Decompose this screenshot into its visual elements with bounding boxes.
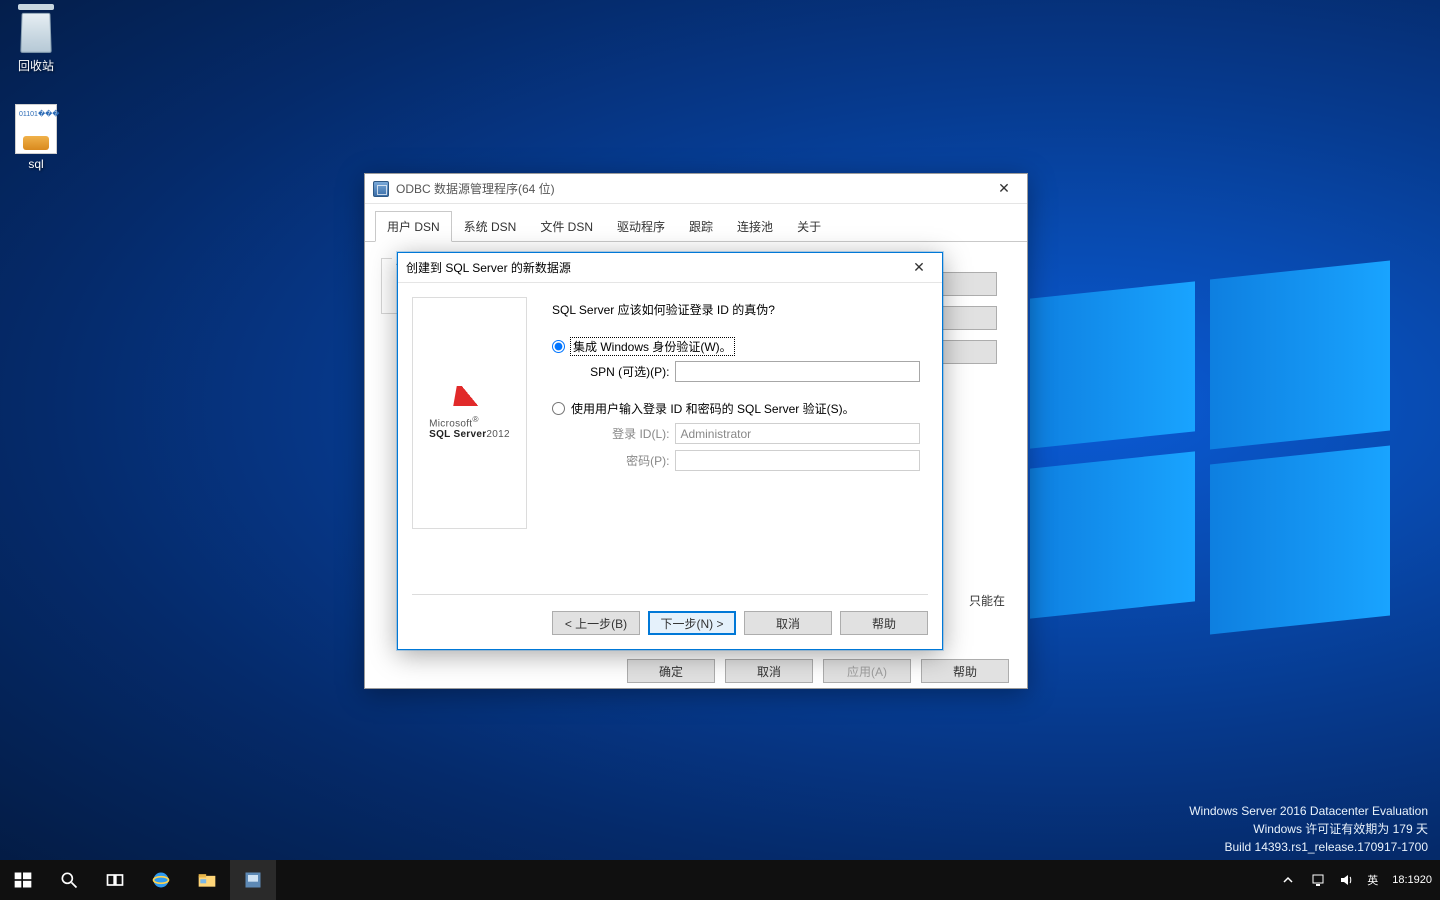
wizard-close-button[interactable]: ✕: [896, 253, 942, 283]
odbc-apply-button[interactable]: 应用(A): [823, 659, 911, 683]
tab-drivers[interactable]: 驱动程序: [605, 211, 677, 242]
password-input: [675, 450, 920, 471]
radio-sql-input[interactable]: [552, 402, 565, 415]
ie-button[interactable]: [138, 860, 184, 900]
wizard-help-button[interactable]: 帮助: [840, 611, 928, 635]
odbc-cancel-button[interactable]: 取消: [725, 659, 813, 683]
wizard-titlebar[interactable]: 创建到 SQL Server 的新数据源 ✕: [398, 253, 942, 283]
tab-pooling[interactable]: 连接池: [725, 211, 785, 242]
wizard-body: Microsoft®SQL Server2012 SQL Server 应该如何…: [398, 283, 942, 649]
wizard-separator: [412, 594, 928, 595]
spn-field: SPN (可选)(P):: [582, 361, 920, 382]
wizard-next-button[interactable]: 下一步(N) >: [648, 611, 736, 635]
wizard-title: 创建到 SQL Server 的新数据源: [406, 259, 896, 276]
system-tray: 英 18:19 20: [1271, 860, 1440, 900]
watermark-line3: Build 14393.rs1_release.170917-1700: [1189, 838, 1428, 856]
odbc-help-button[interactable]: 帮助: [921, 659, 1009, 683]
password-field: 密码(P):: [582, 450, 920, 471]
wizard-footer: < 上一步(B) 下一步(N) > 取消 帮助: [552, 611, 928, 635]
sql-file-icon[interactable]: sql: [0, 104, 72, 171]
tab-user-dsn[interactable]: 用户 DSN: [375, 211, 452, 242]
odbc-titlebar[interactable]: ODBC 数据源管理程序(64 位) ✕: [365, 174, 1027, 204]
tray-overflow-button[interactable]: [1271, 860, 1305, 900]
spn-label: SPN (可选)(P):: [582, 363, 669, 380]
wizard-banner: Microsoft®SQL Server2012: [412, 297, 527, 529]
wizard-question: SQL Server 应该如何验证登录 ID 的真伪?: [552, 301, 920, 318]
tab-tracing[interactable]: 跟踪: [677, 211, 725, 242]
start-button[interactable]: [0, 860, 46, 900]
sql-file-label: sql: [0, 157, 72, 171]
explorer-button[interactable]: [184, 860, 230, 900]
tray-network-icon[interactable]: [1305, 860, 1333, 900]
odbc-tabs: 用户 DSN 系统 DSN 文件 DSN 驱动程序 跟踪 连接池 关于: [365, 204, 1027, 242]
spn-input[interactable]: [675, 361, 920, 382]
sql-dsn-wizard: 创建到 SQL Server 的新数据源 ✕ Microsoft®SQL Ser…: [397, 252, 943, 650]
odbc-footer: 确定 取消 应用(A) 帮助: [627, 659, 1009, 683]
password-label: 密码(P):: [582, 452, 669, 469]
taskbar: 英 18:19 20: [0, 860, 1440, 900]
radio-integrated-auth[interactable]: 集成 Windows 身份验证(W)。: [552, 338, 920, 355]
odbc-close-button[interactable]: ✕: [981, 174, 1027, 204]
odbc-note-text: 只能在: [969, 592, 1005, 609]
tray-volume-icon[interactable]: [1333, 860, 1361, 900]
wizard-back-button[interactable]: < 上一步(B): [552, 611, 640, 635]
radio-integrated-input[interactable]: [552, 340, 565, 353]
task-view-button[interactable]: [92, 860, 138, 900]
tab-file-dsn[interactable]: 文件 DSN: [528, 211, 605, 242]
clock-time: 18:19: [1392, 874, 1420, 886]
odbc-ok-button[interactable]: 确定: [627, 659, 715, 683]
evaluation-watermark: Windows Server 2016 Datacenter Evaluatio…: [1189, 802, 1428, 856]
recycle-bin-icon[interactable]: 回收站: [0, 4, 72, 74]
desktop: 回收站 sql ODBC 数据源管理程序(64 位) ✕ 用户 DSN 系统 D…: [0, 0, 1440, 900]
odbc-app-icon: [373, 181, 389, 197]
login-label: 登录 ID(L):: [582, 425, 669, 442]
clock-date: 20: [1420, 874, 1432, 886]
windows-logo-wallpaper: [1030, 260, 1390, 620]
radio-sql-auth[interactable]: 使用用户输入登录 ID 和密码的 SQL Server 验证(S)。: [552, 400, 920, 417]
sql-server-logo-icon: [453, 386, 487, 406]
tray-clock[interactable]: 18:19 20: [1384, 860, 1440, 900]
odbc-title: ODBC 数据源管理程序(64 位): [396, 180, 981, 197]
wizard-banner-text: Microsoft®SQL Server2012: [429, 414, 510, 440]
search-button[interactable]: [46, 860, 92, 900]
login-input: [675, 423, 920, 444]
radio-integrated-label[interactable]: 集成 Windows 身份验证(W)。: [571, 338, 734, 355]
ime-indicator[interactable]: 英: [1361, 860, 1384, 900]
radio-sql-label[interactable]: 使用用户输入登录 ID 和密码的 SQL Server 验证(S)。: [571, 400, 855, 417]
database-file-icon: [15, 104, 57, 154]
wizard-cancel-button[interactable]: 取消: [744, 611, 832, 635]
tab-about[interactable]: 关于: [785, 211, 833, 242]
tab-system-dsn[interactable]: 系统 DSN: [452, 211, 529, 242]
watermark-line1: Windows Server 2016 Datacenter Evaluatio…: [1189, 802, 1428, 820]
odbc-taskbar-button[interactable]: [230, 860, 276, 900]
watermark-line2: Windows 许可证有效期为 179 天: [1189, 820, 1428, 838]
recycle-bin-label: 回收站: [0, 57, 72, 74]
login-field: 登录 ID(L):: [582, 423, 920, 444]
trash-icon: [15, 4, 57, 54]
